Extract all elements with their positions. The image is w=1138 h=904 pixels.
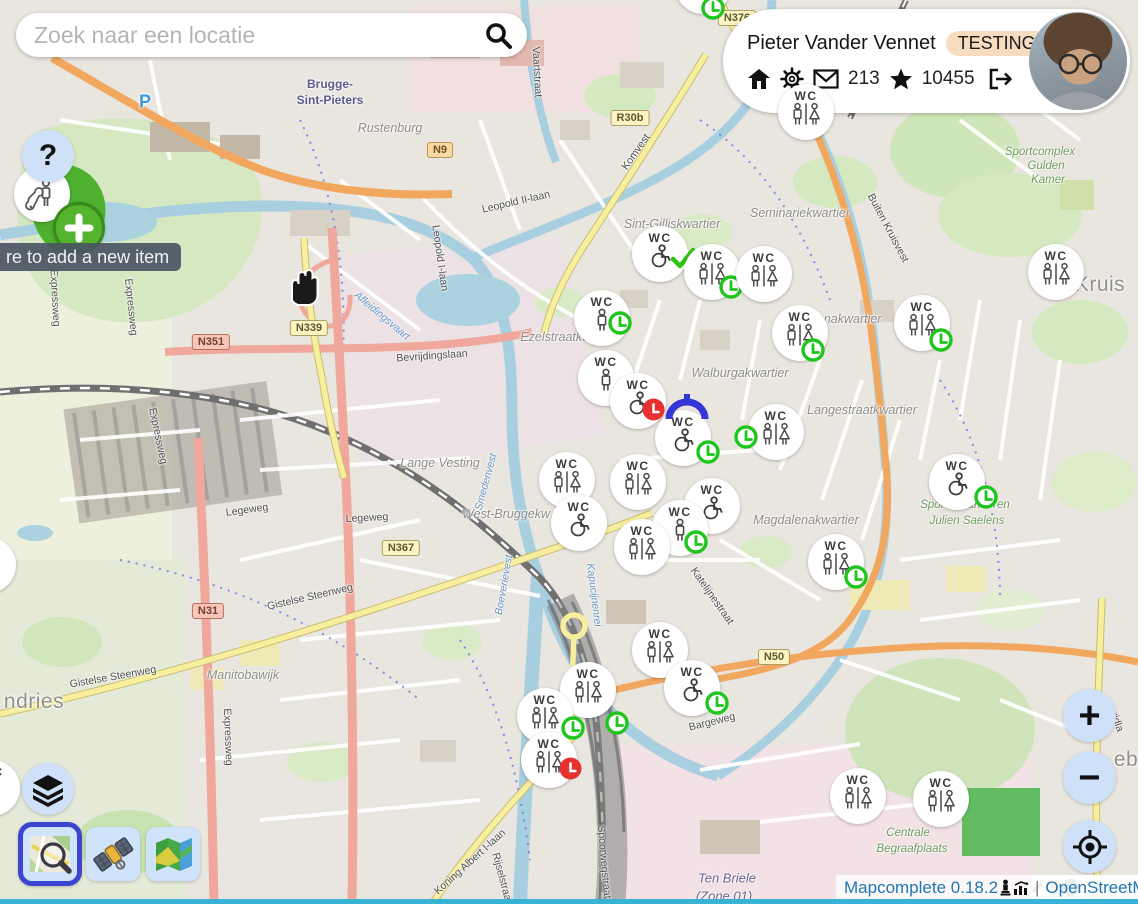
zoom-out-button[interactable]: −	[1063, 751, 1116, 804]
theme-color-bar	[0, 899, 1138, 904]
message-count: 213	[848, 68, 880, 90]
zoom-in-button[interactable]: +	[1063, 689, 1116, 742]
wc-marker[interactable]: WC	[664, 660, 720, 716]
location-search-bar[interactable]	[16, 13, 527, 57]
clock-badge-green	[603, 709, 631, 737]
wc-marker[interactable]: WC	[0, 537, 16, 593]
wc-marker[interactable]: WC	[655, 410, 711, 466]
basemap-osm-button[interactable]	[18, 822, 82, 886]
wc-marker[interactable]: WC	[632, 226, 688, 282]
mapcomplete-app: Brugge-Sint-PietersPRustenburgVaartstraa…	[0, 0, 1138, 904]
plus-glyph: +	[1078, 697, 1100, 735]
openstreetmap-link[interactable]: OpenStreetMap	[1045, 878, 1138, 898]
minus-glyph: −	[1078, 759, 1100, 797]
wc-marker[interactable]: WC	[521, 732, 577, 788]
clock-badge-green	[699, 0, 727, 22]
geolocate-button[interactable]	[1063, 820, 1116, 873]
star-icon	[889, 67, 913, 91]
home-icon[interactable]	[747, 67, 771, 91]
wc-marker[interactable]: WC	[551, 495, 607, 551]
wc-marker[interactable]: WC	[929, 454, 985, 510]
wc-marker[interactable]: WC	[675, 0, 731, 14]
map-markers-layer: WCWCWCWCWCWCWCWCWCWCWCWCWCWCWCWCWCWCWCWC…	[0, 0, 1138, 904]
statue-icon[interactable]	[999, 879, 1012, 896]
wc-marker[interactable]: WC	[610, 373, 666, 429]
osm-attribution[interactable]: | OpenStreetMap	[1031, 875, 1138, 900]
wc-marker[interactable]: WC	[684, 244, 740, 300]
avatar[interactable]	[1029, 12, 1127, 110]
osm-map-magnifier-icon	[28, 832, 72, 876]
changeset-count: 10455	[922, 68, 975, 90]
stats-icon[interactable]	[1013, 880, 1029, 896]
search-icon[interactable]	[483, 20, 513, 50]
wc-marker[interactable]: WC	[778, 84, 834, 140]
wc-marker[interactable]: WC	[610, 454, 666, 510]
wc-marker[interactable]: WC	[913, 771, 969, 827]
question-mark: ?	[39, 139, 57, 173]
clock-badge-green	[972, 483, 1000, 511]
add-item-tooltip: re to add a new item	[0, 243, 181, 271]
satellite-icon	[92, 833, 134, 875]
app-version[interactable]: Mapcomplete 0.18.2	[844, 878, 998, 898]
folded-map-icon	[152, 833, 194, 875]
wc-marker[interactable]: WC	[614, 519, 670, 575]
wc-marker[interactable]: WC	[574, 290, 630, 346]
layers-icon	[30, 771, 66, 807]
user-name: Pieter Vander Vennet	[747, 32, 936, 55]
wc-marker[interactable]: WC	[808, 534, 864, 590]
geolocate-icon	[1071, 828, 1109, 866]
layers-button[interactable]	[22, 763, 74, 815]
wc-marker[interactable]: WC	[0, 760, 20, 816]
logout-icon[interactable]	[988, 67, 1014, 91]
help-button[interactable]: ?	[22, 130, 74, 182]
wc-marker[interactable]: WC	[830, 768, 886, 824]
wc-marker[interactable]: WC	[748, 404, 804, 460]
wc-marker[interactable]: WC	[772, 305, 828, 361]
wc-marker[interactable]: WC	[1028, 244, 1084, 300]
basemap-map-button[interactable]	[146, 827, 200, 881]
search-input[interactable]	[16, 22, 483, 49]
wc-marker[interactable]: WC	[736, 246, 792, 302]
basemap-satellite-button[interactable]	[86, 827, 140, 881]
wc-marker[interactable]: WC	[894, 295, 950, 351]
plus-icon	[64, 213, 94, 243]
